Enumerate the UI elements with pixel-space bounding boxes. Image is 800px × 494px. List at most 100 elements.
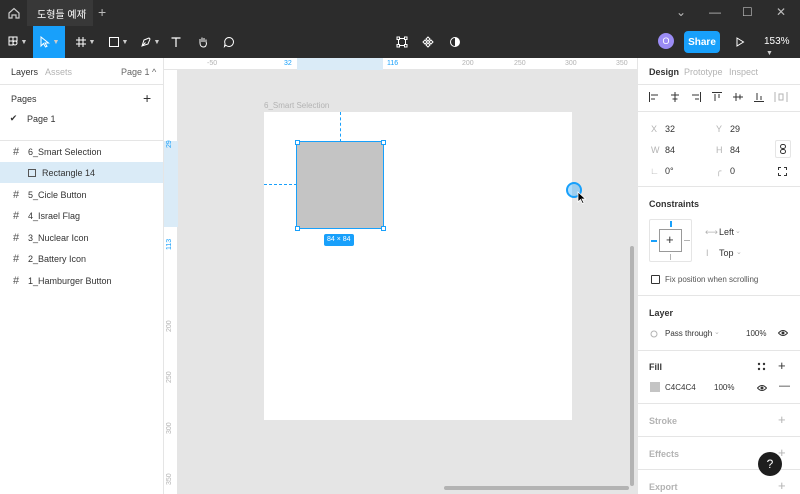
add-page-icon[interactable]: + (143, 90, 151, 106)
horizontal-scrollbar[interactable] (444, 486, 629, 490)
right-panel: Design Prototype Inspect X 32 Y 29 W 84 … (637, 58, 800, 494)
maximize-button[interactable]: ☐ (742, 5, 753, 19)
resize-handle[interactable] (295, 226, 300, 231)
layer-item-nuclear-icon[interactable]: # 3_Nuclear Icon (0, 227, 163, 248)
vertical-constraint-dropdown[interactable]: Top (719, 248, 734, 258)
new-tab-button[interactable]: + (98, 4, 106, 20)
present-button[interactable] (733, 26, 747, 58)
chevron-down-icon: ⌄ (735, 228, 741, 235)
eye-icon[interactable] (778, 329, 788, 337)
corner-radius-input[interactable]: 0 (730, 166, 735, 176)
chevron-down-icon: ⌄ (736, 249, 742, 256)
fill-hex-input[interactable]: C4C4C4 (665, 383, 696, 392)
independent-corners-icon[interactable] (778, 167, 787, 176)
canvas[interactable]: 6_Smart Selection 84 × 84 (179, 71, 637, 494)
page-item[interactable]: ✔ Page 1 (0, 108, 163, 129)
help-button[interactable]: ? (758, 452, 782, 476)
frame-tool-button[interactable]: ▼ (71, 26, 99, 58)
resize-handle[interactable] (381, 140, 386, 145)
shape-tool-button[interactable]: ▼ (104, 26, 132, 58)
zoom-dropdown[interactable]: 153% ▼ (764, 36, 800, 58)
frame-icon: # (12, 274, 20, 287)
ruler-selection-highlight (164, 141, 178, 227)
fill-color-swatch[interactable] (650, 382, 660, 392)
file-tab[interactable]: 도형들 예제 × (27, 0, 93, 26)
align-bottom-icon[interactable] (753, 91, 765, 103)
add-stroke-icon[interactable]: + (778, 412, 786, 427)
constraint-left-marker[interactable] (651, 240, 657, 242)
home-icon[interactable] (6, 5, 22, 21)
layer-item-circle-button[interactable]: # 5_Cicle Button (0, 184, 163, 205)
constrain-proportions-button[interactable] (775, 140, 791, 158)
layer-label: 6_Smart Selection (28, 146, 102, 157)
layer-item-hamburger-button[interactable]: # 1_Hamburger Button (0, 270, 163, 291)
ruler-tick: -50 (207, 60, 218, 67)
divider (638, 186, 800, 187)
tab-layers[interactable]: Layers (11, 67, 38, 77)
pen-tool-button[interactable]: ▼ (136, 26, 164, 58)
layer-item-battery-icon[interactable]: # 2_Battery Icon (0, 248, 163, 269)
y-input[interactable]: 29 (730, 124, 740, 134)
tab-assets[interactable]: Assets (45, 67, 72, 77)
comment-tool-button[interactable] (219, 26, 239, 58)
frame-icon: # (12, 231, 20, 244)
tab-prototype[interactable]: Prototype (684, 67, 723, 77)
vertical-scrollbar[interactable] (630, 246, 634, 486)
text-tool-button[interactable] (166, 26, 186, 58)
constraint-top-marker[interactable] (670, 221, 672, 227)
style-grid-icon[interactable] (757, 362, 766, 371)
resize-handle[interactable] (295, 140, 300, 145)
close-tab-icon[interactable]: × (81, 7, 87, 18)
add-export-icon[interactable]: + (778, 478, 786, 493)
minimize-button[interactable]: — (709, 5, 721, 19)
move-tool-button[interactable]: ▼ (33, 26, 65, 58)
vertical-ruler: 29 113 200 250 300 350 (164, 70, 178, 494)
h-input[interactable]: 84 (730, 145, 740, 155)
horizontal-constraint-dropdown[interactable]: Left (719, 227, 734, 237)
effects-title: Effects (649, 449, 680, 459)
close-window-button[interactable]: ✕ (776, 5, 786, 19)
h-label: H (716, 145, 723, 155)
constraint-bottom-marker[interactable] (670, 254, 671, 260)
layer-item-smart-selection[interactable]: # 6_Smart Selection (0, 141, 163, 162)
component-button[interactable] (418, 26, 438, 58)
horizontal-constraint-icon: ⟷ (705, 227, 718, 237)
rotation-input[interactable]: 0° (665, 166, 674, 176)
tab-inspect[interactable]: Inspect (729, 67, 758, 77)
layer-item-israel-flag[interactable]: # 4_Israel Flag (0, 205, 163, 226)
fill-opacity-input[interactable]: 100% (714, 383, 734, 392)
distribute-icon[interactable] (774, 91, 788, 103)
remove-fill-icon[interactable]: — (779, 380, 790, 392)
layer-label: 3_Nuclear Icon (28, 232, 89, 243)
hand-tool-button[interactable] (193, 26, 213, 58)
chevron-down-icon[interactable]: ⌄ (676, 5, 686, 19)
x-input[interactable]: 32 (665, 124, 675, 134)
page-selector[interactable]: Page 1 ^ (121, 67, 156, 77)
ruler-tick: 300 (565, 60, 577, 67)
constraints-title: Constraints (649, 199, 700, 209)
layer-item-rectangle-14[interactable]: Rectangle 14 (0, 162, 163, 183)
align-left-icon[interactable] (648, 91, 660, 103)
align-vertical-center-icon[interactable] (732, 91, 744, 103)
user-avatar[interactable]: O (658, 33, 674, 49)
w-input[interactable]: 84 (665, 145, 675, 155)
eye-icon[interactable] (757, 384, 767, 392)
main-menu-button[interactable]: ▼ (2, 26, 32, 58)
blend-mode-dropdown[interactable]: Pass through (665, 329, 712, 338)
tab-design[interactable]: Design (649, 67, 679, 77)
crop-button[interactable] (392, 26, 412, 58)
ruler-tick: 300 (166, 422, 173, 434)
layer-opacity-input[interactable]: 100% (746, 329, 766, 338)
constraint-right-marker[interactable] (684, 240, 690, 241)
share-button[interactable]: Share (684, 31, 720, 53)
align-top-icon[interactable] (711, 91, 723, 103)
align-right-icon[interactable] (690, 91, 702, 103)
rectangle-14[interactable] (296, 141, 384, 229)
fix-position-checkbox[interactable] (651, 275, 660, 284)
add-fill-icon[interactable]: + (778, 358, 786, 373)
mask-button[interactable] (445, 26, 465, 58)
resize-handle[interactable] (381, 226, 386, 231)
frame-label[interactable]: 6_Smart Selection (264, 101, 329, 110)
align-horizontal-center-icon[interactable] (669, 91, 681, 103)
constraints-widget[interactable]: + (649, 219, 692, 262)
